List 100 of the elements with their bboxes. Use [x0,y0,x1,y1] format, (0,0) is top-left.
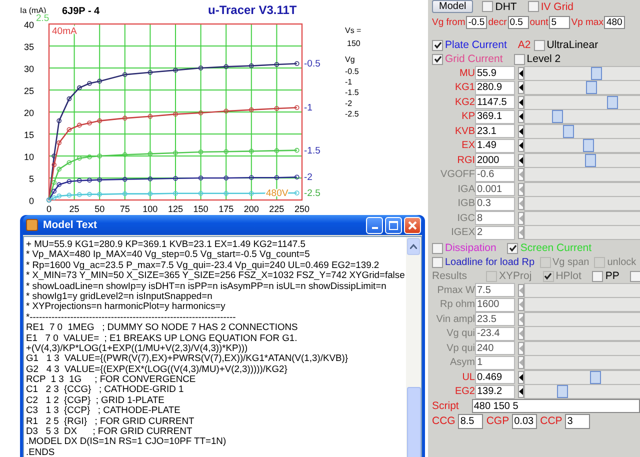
code-line: D3 5 3 DX ; FOR GRID CURRENT [26,426,194,436]
window-title: Model Text [43,219,98,231]
slider-thumb[interactable] [584,154,596,167]
field-label: decr [488,16,507,28]
checkbox[interactable] [507,242,518,254]
value-field[interactable]: 1.49 [475,138,515,153]
value-field[interactable]: 55.9 [475,66,515,80]
field-label: Vp max [571,16,604,28]
text-field[interactable]: 0.03 [512,414,538,428]
text-field[interactable]: -0.5 [466,16,488,28]
checkbox[interactable] [482,1,494,12]
checkbox[interactable] [592,270,604,282]
text-field[interactable]: 0.5 [508,16,529,28]
text-field[interactable]: 5 [549,16,570,28]
scroll-left-button[interactable] [518,385,524,398]
parameter-label: KP [460,111,475,122]
legend-label: Vg [345,55,355,64]
checkbox[interactable] [534,40,545,50]
checkbox-label[interactable]: Plate Current [445,39,507,51]
scrollbar[interactable] [406,237,421,457]
curve-label: -1.5 [304,145,320,156]
tick-label: 0 [46,204,52,213]
checkbox-label[interactable]: UltraLinear [546,39,598,51]
tick-label: 20 [24,108,34,118]
checkbox[interactable] [514,54,525,64]
code-line: C2 1 2 {CGP} ; GRID 1-PLATE [26,394,166,406]
field-label: CCG [432,415,456,427]
slider-thumb[interactable] [591,66,602,80]
slider-thumb[interactable] [586,81,598,94]
slider-thumb[interactable] [590,370,601,384]
text-field[interactable]: 480 [604,16,626,28]
value-field[interactable]: 369.1 [475,110,515,124]
scroll-up-button[interactable] [407,238,420,255]
checkbox[interactable] [432,40,443,50]
scroll-left-button[interactable] [518,139,524,152]
minimize-button[interactable] [366,216,383,234]
curve-label: -2.5 [304,188,320,199]
value-field[interactable]: 1147.5 [475,95,515,110]
scroll-left-button[interactable] [518,154,524,167]
scroll-left-button[interactable] [518,96,524,109]
parameter-label: IGA [456,184,475,195]
tick-label: 125 [168,204,184,213]
text-field[interactable]: 3 [565,414,590,428]
scroll-left-button[interactable] [518,66,524,80]
scroll-thumb[interactable] [407,387,421,457]
legend-label: Vs = [345,26,362,35]
slider-thumb[interactable] [557,385,568,398]
slider-thumb[interactable] [552,110,564,124]
parameter-label: KG2 [454,96,475,108]
parameter-label: RGI [456,154,475,166]
app-title: u-Tracer V3.11T [208,3,297,17]
code-line: *------------------------------------------------------------------ [26,312,237,322]
axis-title: Ia (mA) [20,6,46,15]
value-field[interactable]: 0.469 [475,370,515,384]
checkbox-label[interactable]: DHT [495,0,517,12]
checkbox[interactable] [432,54,443,64]
checkbox-label[interactable]: Level 2 [526,53,561,65]
value-field[interactable]: 139.2 [475,384,515,399]
code-line: + MU=55.9 KG1=280.9 KP=369.1 KVB=23.1 EX=1.49 KG2=1147.5 [26,239,306,250]
code-line: E1 7 0 VALUE= ; E1 BREAKS UP LONG EQUATION FOR G1. [26,332,298,343]
text-field[interactable]: 8.5 [458,414,484,428]
value-field[interactable]: 2000 [475,153,515,168]
parameter-label: UL [461,372,475,383]
parameter-label: Pmax W [436,284,475,296]
maximize-button[interactable] [385,216,402,234]
slider-thumb[interactable] [582,139,594,152]
value-field[interactable]: 280.9 [475,80,515,95]
value-field[interactable]: 23.1 [475,124,515,138]
close-icon [408,220,417,230]
model-button[interactable]: Model [432,0,474,13]
legend-value: 150 [347,39,360,48]
checkbox[interactable] [630,270,640,282]
parameter-label: Rp ohm [438,299,475,310]
check-icon [508,244,517,252]
parameter-label: Asym [449,357,475,368]
checkbox[interactable] [528,1,539,12]
code-line: * Rp=1600 Vg_ac=23.5 P_max=7.5 Vg_qui=-23.4 Vp_qui=240 UL=0.469 EG2=139.2 [26,260,380,270]
field-label: A2 [518,39,531,51]
code-line: * showLoadLine=n showIp=y isDHT=n isPP=n isAsymPP=n isUL=n showDissipLimit=n [26,280,388,291]
scroll-left-button[interactable] [518,81,524,94]
curve-label: -1 [304,102,312,114]
slider-thumb[interactable] [606,96,618,109]
scroll-left-button[interactable] [518,370,524,384]
scroll-left-button[interactable] [518,110,524,124]
close-button[interactable] [404,216,421,234]
parameter-label: EG2 [454,386,475,398]
checkbox-label[interactable]: PP [605,270,620,282]
tick-label: 225 [269,204,284,213]
checkbox[interactable] [432,242,443,254]
slider-thumb[interactable] [562,124,574,138]
checkbox[interactable] [432,256,443,268]
code-line: * X_MIN=73 Y_MIN=50 X_SIZE=365 Y_SIZE=256 FSZ_X=1032 FSZ_Y=742 XYGrid=false [26,270,406,281]
text-field[interactable]: 480 150 5 [472,399,640,413]
scroll-left-button[interactable] [518,124,524,138]
legend-item: -0.5 [345,67,359,76]
tick-label: 30 [24,64,34,74]
checkbox-label[interactable]: Loadline for load Rp [445,256,535,268]
app-icon [26,219,38,231]
code-line: +(V(4,3)/KP*LOG(1+EXP((1/MU+V(2,3)/V(4,3))*KP))) [26,342,248,354]
tick-label: 200 [244,204,259,213]
